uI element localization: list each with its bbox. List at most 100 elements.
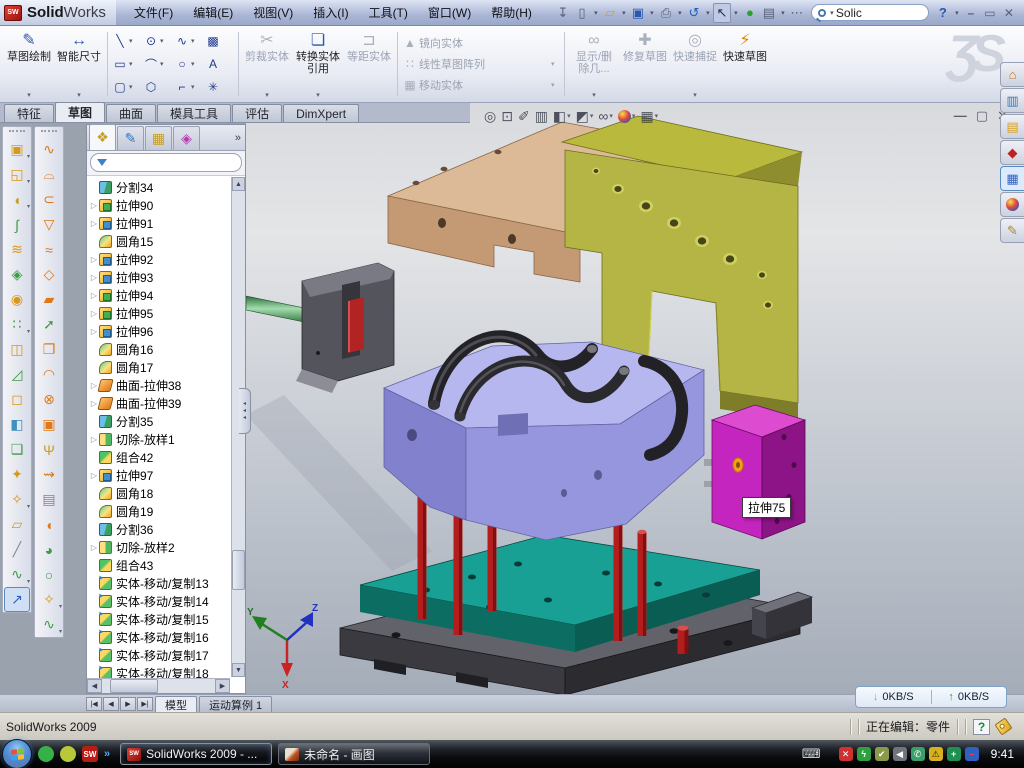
draft-icon[interactable]: ◿ — [4, 362, 30, 387]
tree-filter-input[interactable] — [111, 156, 221, 170]
scroll-left-icon[interactable]: ◀ — [87, 679, 102, 693]
wrap-icon[interactable]: ◉ — [4, 287, 30, 312]
tree-item[interactable]: 实体-移动/复制14 — [89, 592, 245, 610]
straight-slot-button[interactable]: ▢▾ — [111, 76, 142, 99]
split-feature-icon[interactable]: ◧ — [4, 412, 30, 437]
tree-item[interactable]: 圆角16 — [89, 340, 245, 358]
menu-窗口(W)[interactable]: 窗口(W) — [418, 0, 481, 25]
security-alert-icon[interactable]: ✕ — [839, 747, 853, 761]
expand-arrow-icon[interactable]: ▷ — [89, 435, 99, 444]
print-document-icon[interactable]: ⎙ — [657, 3, 675, 23]
file-explorer-tab[interactable]: ▤ — [1000, 114, 1024, 139]
tree-item[interactable]: ▷切除-放样2 — [89, 538, 245, 556]
sketch-text-button[interactable]: A — [204, 53, 235, 76]
magnifying-glass-button[interactable]: ✐ — [516, 106, 532, 126]
dimxpertmanager-tab[interactable]: ◈ — [173, 126, 200, 150]
tree-item[interactable]: ▷曲面-拉伸39 — [89, 394, 245, 412]
security-suite-icon[interactable] — [60, 746, 76, 762]
sketch-fillet-button[interactable]: ⌐▾ — [173, 76, 204, 99]
restore-button[interactable]: ▭ — [981, 5, 999, 21]
plane-icon[interactable]: ▱ — [4, 512, 30, 537]
zoom-fit-button[interactable]: ◎ — [482, 106, 498, 126]
close-button[interactable]: ✕ — [1000, 5, 1018, 21]
configurationmanager-tab[interactable]: ▦ — [145, 126, 172, 150]
edit-appearance-button[interactable]: ▾ — [616, 106, 638, 126]
tree-item[interactable]: 分割35 — [89, 412, 245, 430]
menu-工具(T)[interactable]: 工具(T) — [359, 0, 418, 25]
lofted-surface-icon[interactable]: ▽ — [36, 212, 62, 237]
toolbar-overflow-icon[interactable]: ⋯ — [788, 3, 806, 23]
help-caret-icon[interactable]: ▾ — [953, 9, 961, 17]
search-input[interactable] — [836, 6, 906, 20]
open-document-caret-icon[interactable]: ▾ — [620, 9, 628, 17]
graphics-viewport[interactable]: X Y Z ◎⊡✐▥◧▾◩▾∞▾▾▦▾ —▢✕ 拉伸75 — [246, 103, 1024, 695]
tree-item[interactable]: 实体-移动/复制15 — [89, 610, 245, 628]
undo-icon[interactable]: ↺ — [685, 3, 703, 23]
keyboard-layout-icon[interactable]: ⌨ — [802, 746, 821, 762]
display-style-button[interactable]: ◩▾ — [574, 106, 596, 126]
expand-chevron-icon[interactable]: » — [104, 748, 110, 760]
next-study-button[interactable]: ▶ — [120, 697, 136, 711]
tree-item[interactable]: 实体-移动/复制17 — [89, 646, 245, 664]
zoom-area-button[interactable]: ⊡ — [499, 106, 515, 126]
help-icon[interactable]: ? — [934, 3, 952, 23]
tree-item[interactable]: ▷拉伸91 — [89, 214, 245, 232]
boundary-boss-icon[interactable]: ◈ — [4, 262, 30, 287]
thicken-icon[interactable]: ◖ — [36, 512, 62, 537]
untrim-surface-icon[interactable]: Ψ — [36, 437, 62, 462]
swept-boss-icon[interactable]: ∫ — [4, 212, 30, 237]
expand-arrow-icon[interactable]: ▷ — [89, 201, 99, 210]
tree-item[interactable]: 实体-移动/复制16 — [89, 628, 245, 646]
solidworks-shortcut-icon[interactable]: SW — [82, 746, 98, 762]
propertymanager-tab[interactable]: ✎ — [117, 126, 144, 150]
filled-surface-icon[interactable]: ❐ — [36, 337, 62, 362]
sync-blocked-icon[interactable]: – — [965, 747, 979, 761]
taskbar-window-solidworks[interactable]: SWSolidWorks 2009 - ... — [120, 743, 272, 765]
extruded-surface-icon[interactable]: ∿ — [36, 137, 62, 162]
scroll-thumb[interactable] — [232, 550, 245, 590]
tab-运动算例 1[interactable]: 运动算例 1 — [199, 696, 272, 712]
scroll-up-icon[interactable]: ▲ — [232, 177, 245, 191]
smart-dimension-button[interactable]: ↔智能尺寸▾ — [54, 28, 104, 100]
expand-arrow-icon[interactable]: ▷ — [89, 327, 99, 336]
tree-horizontal-scrollbar[interactable]: ◀ ▶ — [87, 678, 230, 693]
dome-icon[interactable]: ○ — [36, 562, 62, 587]
document-minimize-button[interactable]: — — [954, 108, 967, 124]
tree-item[interactable]: ▷拉伸90 — [89, 196, 245, 214]
rapid-sketch-button[interactable]: ⚡快速草图 — [720, 28, 770, 100]
boundary-surface-icon[interactable]: ≈ — [36, 237, 62, 262]
appearances-scenes-tab[interactable] — [1000, 192, 1024, 217]
scroll-thumb-h[interactable] — [110, 679, 158, 693]
custom-properties-tab[interactable]: ✎ — [1000, 218, 1024, 243]
search-caret-icon[interactable]: ▾ — [828, 9, 836, 17]
tag-icon[interactable] — [994, 717, 1012, 735]
circle-button[interactable]: ⊙▾ — [142, 30, 173, 53]
solidworks-search-tab[interactable]: ◆ — [1000, 140, 1024, 165]
convert-entities-button[interactable]: ❏转换实体引用▾ — [292, 28, 344, 100]
expand-arrow-icon[interactable]: ▷ — [89, 309, 99, 318]
planar-surface-icon[interactable]: ▰ — [36, 287, 62, 312]
new-document-icon[interactable]: ▯ — [573, 3, 591, 23]
tree-item[interactable]: ▷拉伸95 — [89, 304, 245, 322]
view-orientation-button[interactable]: ◧▾ — [551, 106, 573, 126]
menu-编辑(E)[interactable]: 编辑(E) — [183, 0, 243, 25]
tree-item[interactable]: 组合42 — [89, 448, 245, 466]
comm-tool-icon[interactable]: ✆ — [911, 747, 925, 761]
resources-home-tab[interactable]: ⌂ — [1000, 62, 1024, 87]
undo-caret-icon[interactable]: ▾ — [704, 9, 712, 17]
toolbar-grip[interactable] — [41, 130, 57, 134]
expand-arrow-icon[interactable]: ▷ — [89, 273, 99, 282]
tab-曲面[interactable]: 曲面 — [106, 104, 156, 122]
print-document-caret-icon[interactable]: ▾ — [676, 9, 684, 17]
tree-item[interactable]: 圆角17 — [89, 358, 245, 376]
axis-icon[interactable]: ╱ — [4, 537, 30, 562]
ruled-surface-icon[interactable]: ➚ — [36, 312, 62, 337]
corner-rectangle-button[interactable]: ▭▾ — [111, 53, 142, 76]
swept-surface-icon[interactable]: ⊂ — [36, 187, 62, 212]
lofted-boss-icon[interactable]: ≋ — [4, 237, 30, 262]
rebuild-icon[interactable]: ● — [741, 3, 759, 23]
tree-item[interactable]: ▷曲面-拉伸38 — [89, 376, 245, 394]
centerpoint-arc-button[interactable]: ⌒▾ — [142, 53, 173, 76]
network-warning-icon[interactable]: ⚠ — [929, 747, 943, 761]
linear-pattern-icon[interactable]: ∷▾ — [4, 312, 30, 337]
